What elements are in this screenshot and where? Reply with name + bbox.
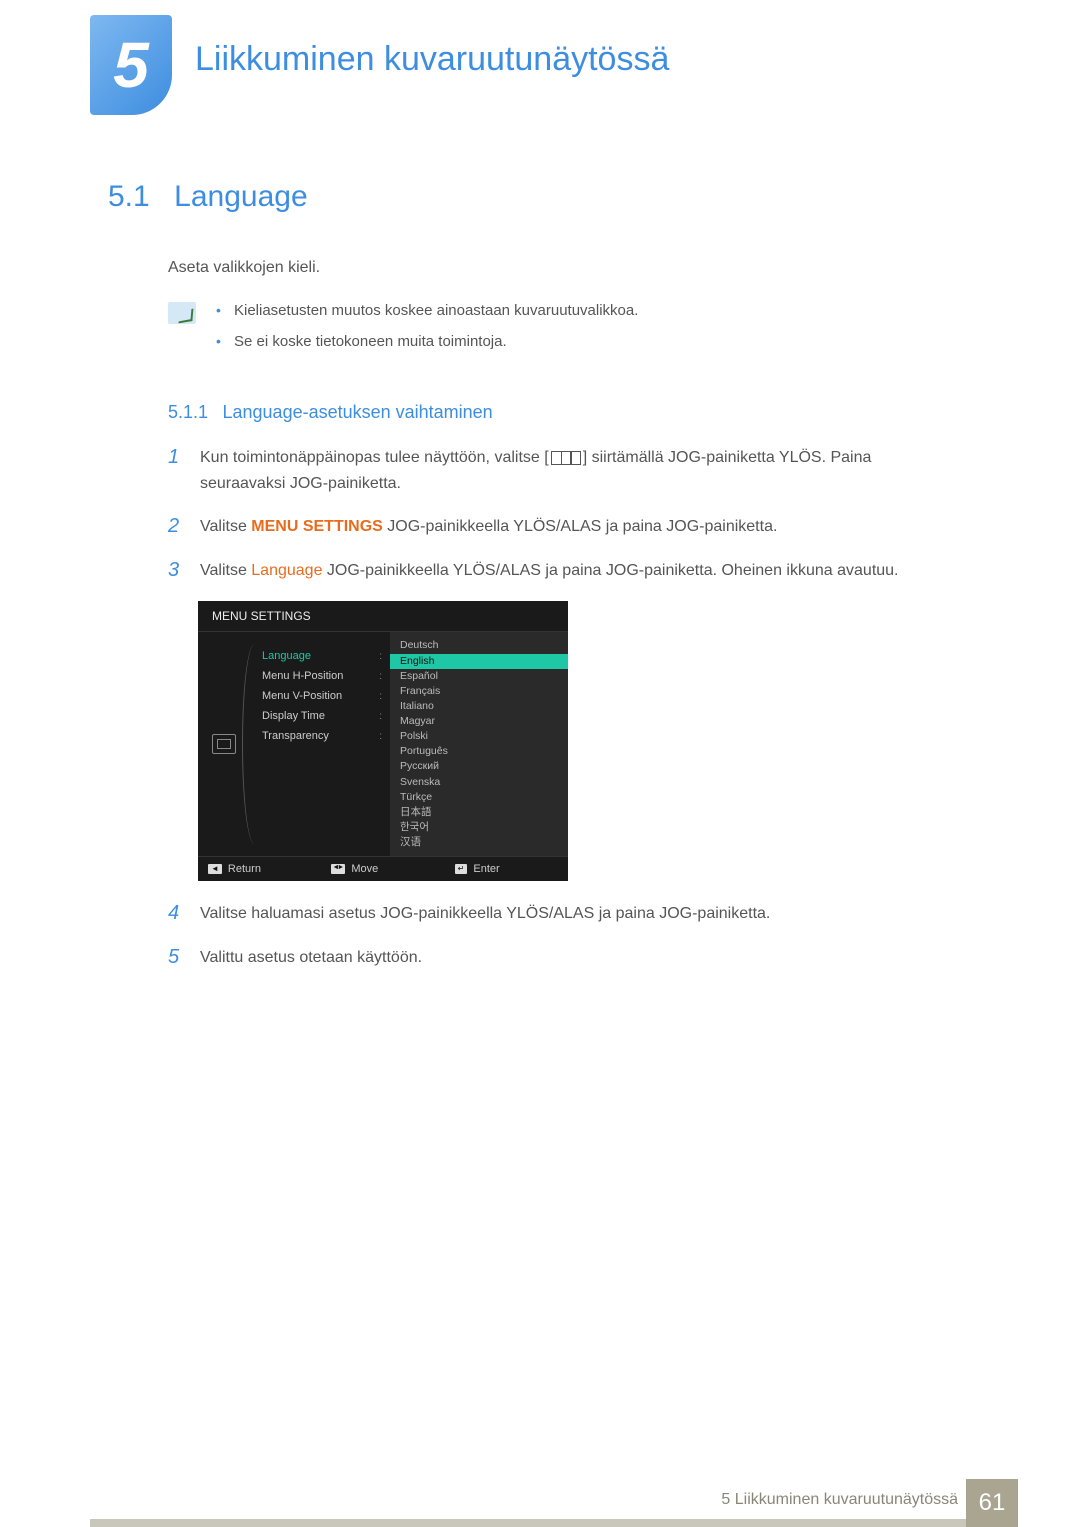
step-1: 1 Kun toimintonäppäinopas tulee näyttöön… (168, 445, 928, 496)
section-number: 5.1 (108, 180, 150, 214)
step-4: 4 Valitse haluamasi asetus JOG-painikkee… (168, 901, 928, 927)
osd-menu: Language: Menu H-Position: Menu V-Positi… (250, 632, 390, 856)
footer-bar (90, 1519, 1018, 1527)
section-intro: Aseta valikkojen kieli. (168, 259, 928, 277)
osd-lang-option: Português (390, 744, 568, 759)
note-icon (168, 302, 196, 324)
chapter-badge: 5 (90, 15, 172, 115)
step-5: 5 Valittu asetus otetaan käyttöön. (168, 945, 928, 971)
osd-lang-option: Deutsch (390, 638, 568, 653)
steps-list: 1 Kun toimintonäppäinopas tulee näyttöön… (168, 445, 928, 583)
page-footer: 5 Liikkuminen kuvaruutunäytössä 61 (0, 1479, 1080, 1527)
return-icon: ◄ (208, 864, 222, 874)
osd-language-list: Deutsch English Español Français Italian… (390, 632, 568, 856)
osd-menu-item: Menu H-Position: (250, 666, 390, 686)
subsection-number: 5.1.1 (168, 402, 208, 423)
osd-menu-item: Display Time: (250, 706, 390, 726)
osd-move-hint: Move (321, 857, 444, 881)
osd-return-hint: ◄ Return (198, 857, 321, 881)
osd-lang-option: Español (390, 669, 568, 684)
osd-menu-item: Language: (250, 646, 390, 666)
step-2: 2 Valitse MENU SETTINGS JOG-painikkeella… (168, 514, 928, 540)
osd-footer-label: Move (351, 863, 378, 875)
chapter-title: Liikkuminen kuvaruutunäytössä (195, 40, 669, 79)
osd-footer: ◄ Return Move ↵ Enter (198, 856, 568, 881)
osd-lang-option: Français (390, 684, 568, 699)
step-highlight: Language (251, 562, 322, 579)
step-number: 5 (168, 945, 182, 969)
enter-icon: ↵ (455, 864, 468, 874)
colon-icon: : (379, 691, 382, 702)
step-body: Kun toimintonäppäinopas tulee näyttöön, … (200, 445, 928, 496)
osd-lang-option: Türkçe (390, 790, 568, 805)
section-heading: 5.1 Language (108, 180, 928, 214)
subsection-heading: 5.1.1 Language-asetuksen vaihtaminen (168, 402, 928, 423)
note-item: Kieliasetusten muutos koskee ainoastaan … (216, 302, 638, 319)
osd-lang-option: 日本語 (390, 805, 568, 820)
colon-icon: : (379, 671, 382, 682)
content: 5.1 Language Aseta valikkojen kieli. Kie… (108, 180, 928, 988)
osd-menu-label: Language (262, 650, 311, 662)
osd-lang-option: 汉语 (390, 835, 568, 850)
step-body: Valitse MENU SETTINGS JOG-painikkeella Y… (200, 514, 928, 540)
footer-text: 5 Liikkuminen kuvaruutunäytössä (721, 1491, 958, 1509)
osd-lang-option: Русский (390, 759, 568, 774)
step-text: Valitse (200, 518, 251, 535)
subsection-title: Language-asetuksen vaihtaminen (223, 402, 493, 422)
osd-menu-label: Menu H-Position (262, 670, 343, 682)
step-3: 3 Valitse Language JOG-painikkeella YLÖS… (168, 558, 928, 584)
osd-body: Language: Menu H-Position: Menu V-Positi… (198, 632, 568, 856)
osd-lang-option: Magyar (390, 714, 568, 729)
step-number: 2 (168, 514, 182, 538)
chapter-number: 5 (113, 28, 149, 102)
step-body: Valittu asetus otetaan käyttöön. (200, 945, 928, 971)
osd-menu-label: Menu V-Position (262, 690, 342, 702)
menu-grid-icon (551, 451, 581, 465)
osd-footer-label: Return (228, 863, 261, 875)
osd-footer-label: Enter (473, 863, 499, 875)
osd-enter-hint: ↵ Enter (445, 857, 568, 881)
step-text: JOG-painikkeella YLÖS/ALAS ja paina JOG-… (322, 562, 898, 579)
note-block: Kieliasetusten muutos koskee ainoastaan … (168, 302, 928, 364)
move-icon (331, 864, 345, 874)
osd-lang-option: Polski (390, 729, 568, 744)
step-number: 1 (168, 445, 182, 469)
osd-lang-option-selected: English (390, 654, 568, 669)
osd-lang-option: Italiano (390, 699, 568, 714)
step-text: Valitse (200, 562, 251, 579)
step-text: JOG-painikkeella YLÖS/ALAS ja paina JOG-… (383, 518, 778, 535)
note-item: Se ei koske tietokoneen muita toimintoja… (216, 333, 638, 350)
osd-screenshot: MENU SETTINGS Language: Menu H-Position:… (198, 601, 568, 881)
step-number: 4 (168, 901, 182, 925)
page: 5 Liikkuminen kuvaruutunäytössä 5.1 Lang… (0, 0, 1080, 1527)
step-highlight: MENU SETTINGS (251, 518, 383, 535)
step-text: Kun toimintonäppäinopas tulee näyttöön, … (200, 449, 549, 466)
osd-menu-label: Display Time (262, 710, 325, 722)
steps-list-cont: 4 Valitse haluamasi asetus JOG-painikkee… (168, 901, 928, 970)
osd-lang-option: Svenska (390, 775, 568, 790)
osd-lang-option: 한국어 (390, 820, 568, 835)
step-number: 3 (168, 558, 182, 582)
osd-header: MENU SETTINGS (198, 601, 568, 632)
section-title: Language (174, 180, 307, 213)
step-body: Valitse haluamasi asetus JOG-painikkeell… (200, 901, 928, 927)
colon-icon: : (379, 711, 382, 722)
colon-icon: : (379, 731, 382, 742)
colon-icon: : (379, 651, 382, 662)
page-number: 61 (966, 1479, 1018, 1527)
osd-menu-item: Transparency: (250, 726, 390, 746)
note-list: Kieliasetusten muutos koskee ainoastaan … (216, 302, 638, 364)
osd-menu-label: Transparency (262, 730, 329, 742)
osd-category-icon (212, 734, 236, 754)
osd-menu-item: Menu V-Position: (250, 686, 390, 706)
step-body: Valitse Language JOG-painikkeella YLÖS/A… (200, 558, 928, 584)
